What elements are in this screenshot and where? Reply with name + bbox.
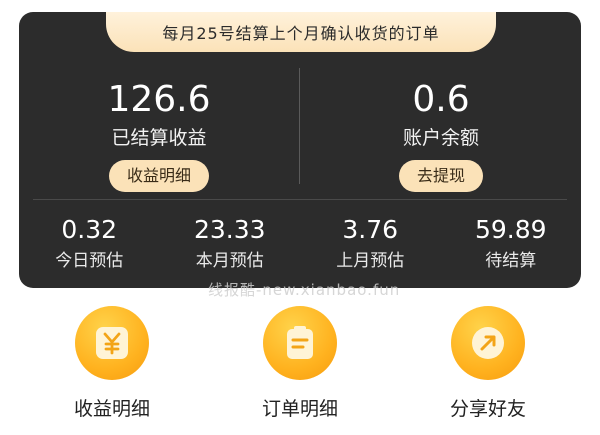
stat-value: 3.76 [342,215,399,244]
stat-this-month[interactable]: 23.33 本月预估 [160,214,301,274]
stat-label: 今日预估 [55,251,124,271]
account-balance: 0.6 账户余额 去提现 [301,78,581,192]
stat-label: 本月预估 [195,251,264,271]
watermark-text: 线报酷-new.xianbao.fun [208,281,401,299]
withdraw-button[interactable]: 去提现 [398,160,483,192]
earnings-detail-button[interactable]: 收益明细 [108,160,209,192]
clipboard-icon [263,306,337,380]
settled-earnings: 126.6 已结算收益 收益明细 [19,78,299,192]
stat-label: 上月预估 [336,251,405,271]
vertical-divider [299,68,300,184]
stat-value: 23.33 [193,215,266,244]
settlement-notice: 每月25号结算上个月确认收货的订单 [106,12,496,52]
horizontal-divider [33,199,567,200]
share-friends-action[interactable]: 分享好友 [398,300,578,421]
yen-icon [75,306,149,380]
account-balance-value: 0.6 [412,79,470,120]
settled-earnings-label: 已结算收益 [111,127,207,149]
quick-actions: 收益明细 订单明细 分享好友 [0,300,600,435]
earnings-detail-label: 收益明细 [73,398,150,420]
order-detail-action[interactable]: 订单明细 [210,300,390,421]
stat-label: 待结算 [485,251,537,271]
stat-today[interactable]: 0.32 今日预估 [19,214,160,274]
stat-value: 59.89 [474,215,547,244]
stat-pending[interactable]: 59.89 待结算 [441,214,582,274]
share-arrow-icon [451,306,525,380]
earnings-card: 每月25号结算上个月确认收货的订单 126.6 已结算收益 收益明细 0.6 账… [19,12,581,288]
earnings-detail-action[interactable]: 收益明细 [22,300,202,421]
estimate-stats: 0.32 今日预估 23.33 本月预估 3.76 上月预估 59.89 待结算 [19,214,581,274]
account-balance-label: 账户余额 [402,127,479,149]
settled-earnings-value: 126.6 [107,79,211,120]
share-friends-label: 分享好友 [449,398,526,420]
stat-value: 0.32 [61,215,118,244]
stat-last-month[interactable]: 3.76 上月预估 [300,214,441,274]
order-detail-label: 订单明细 [261,398,338,420]
